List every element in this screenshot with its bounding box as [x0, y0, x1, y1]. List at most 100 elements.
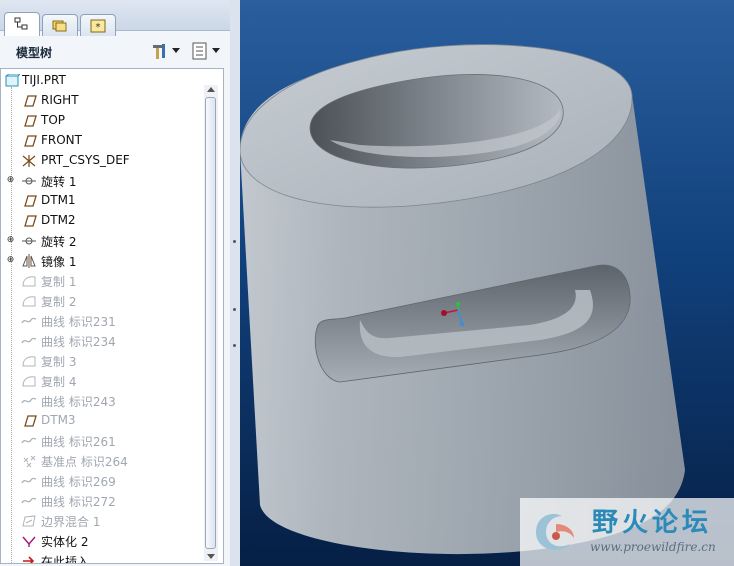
tree-item[interactable]: 复制 3 [1, 351, 201, 371]
expand-icon[interactable]: ⊕ [6, 176, 15, 185]
navigator-tabs: * [0, 0, 230, 36]
tab-folder-browser[interactable] [42, 14, 78, 36]
tree-item[interactable]: PRT_CSYS_DEF [1, 151, 201, 171]
tree-item[interactable]: ⊕ 镜像 1 [1, 251, 201, 271]
tree-item-label: 复制 4 [41, 375, 77, 389]
copy-surface-icon [22, 296, 36, 307]
datum-plane-icon [24, 95, 37, 107]
folder-browser-icon [52, 20, 67, 32]
tree-item-label: 在此插入 [41, 555, 90, 564]
revolve-icon [22, 237, 36, 245]
tree-item-label: 复制 1 [41, 275, 77, 289]
favorites-icon: * [90, 19, 106, 33]
insert-here-icon [23, 556, 35, 563]
panel-header: 模型树 [0, 36, 230, 66]
splitter-grip-icon [233, 240, 236, 243]
tree-item-label: DTM3 [41, 413, 76, 427]
tree-item-label: 镜像 1 [41, 255, 77, 269]
tree-item-label: 曲线 标识261 [41, 435, 116, 449]
show-settings-icon [192, 42, 207, 60]
tree-item-label: 曲线 标识243 [41, 395, 116, 409]
model-tree-panel: * 模型树 TIJI.PRT RIGHT TOP FRONT PRT_CSYS_DEF ⊕… [0, 0, 231, 566]
tree-item-label: 曲线 标识272 [41, 495, 116, 509]
curve-icon [21, 477, 37, 484]
tree-item-label: 旋转 1 [41, 175, 77, 189]
watermark-url: www.proewildfire.cn [590, 540, 716, 554]
tree-item[interactable]: 复制 2 [1, 291, 201, 311]
tree-item-label: 曲线 标识269 [41, 475, 116, 489]
copy-surface-icon [22, 356, 36, 367]
tree-item[interactable]: RIGHT [1, 91, 201, 111]
curve-icon [21, 397, 37, 404]
forum-watermark: 野火论坛 www.proewildfire.cn [520, 498, 734, 566]
tree-item[interactable]: ⊕ 旋转 1 [1, 171, 201, 191]
tree-item[interactable]: 边界混合 1 [1, 511, 201, 531]
tree-item[interactable]: 曲线 标识269 [1, 471, 201, 491]
copy-surface-icon [22, 276, 36, 287]
curve-icon [21, 337, 37, 344]
tree-root-item[interactable]: TIJI.PRT [1, 71, 201, 91]
tree-item[interactable]: 曲线 标识234 [1, 331, 201, 351]
revolve-icon [22, 177, 36, 185]
tree-item[interactable]: DTM2 [1, 211, 201, 231]
forum-logo-icon [536, 513, 574, 550]
tools-button[interactable] [150, 41, 182, 61]
graphics-viewport[interactable] [240, 0, 734, 566]
tree-item[interactable]: 曲线 标识261 [1, 431, 201, 451]
tree-item-label: 复制 2 [41, 295, 77, 309]
tree-scrollbar[interactable] [204, 85, 218, 561]
datum-plane-icon [24, 415, 37, 427]
scroll-down-icon[interactable] [207, 554, 215, 559]
watermark-title: 野火论坛 [592, 508, 713, 538]
curve-icon [21, 497, 37, 504]
tree-item[interactable]: 在此插入 [1, 551, 201, 564]
tab-favorites[interactable]: * [80, 14, 116, 36]
tree-item[interactable]: 曲线 标识272 [1, 491, 201, 511]
tree-item[interactable]: 实体化 2 [1, 531, 201, 551]
solidify-icon [22, 536, 36, 547]
splitter-grip-icon [233, 344, 236, 347]
tree-item[interactable]: 复制 4 [1, 371, 201, 391]
tree-item-label: RIGHT [41, 93, 79, 107]
expand-icon[interactable]: ⊕ [6, 236, 15, 245]
tools-icon [153, 44, 165, 59]
tree-item-label: DTM2 [41, 213, 76, 227]
splitter-grip-icon [233, 308, 236, 311]
panel-title: 模型树 [16, 46, 53, 60]
model-tree: TIJI.PRT RIGHT TOP FRONT PRT_CSYS_DEF ⊕ 旋转 1 DT… [0, 68, 224, 564]
scroll-up-icon[interactable] [207, 87, 215, 92]
panel-splitter[interactable] [230, 0, 240, 566]
chevron-down-icon [172, 48, 180, 53]
tree-item-label: DTM1 [41, 193, 76, 207]
tree-item-label: 实体化 2 [41, 535, 89, 549]
boundary-blend-icon [22, 515, 36, 527]
tree-item[interactable]: 曲线 标识231 [1, 311, 201, 331]
tree-item[interactable]: TOP [1, 111, 201, 131]
model-tree-icon [14, 17, 28, 30]
mirror-icon [22, 254, 36, 268]
tree-item[interactable]: DTM3 [1, 411, 201, 431]
tree-item[interactable]: 基准点 标识264 [1, 451, 201, 471]
tree-item-label: 复制 3 [41, 355, 77, 369]
tree-item[interactable]: DTM1 [1, 191, 201, 211]
tree-item-label: 曲线 标识234 [41, 335, 116, 349]
coordinate-system-icon [22, 155, 36, 167]
expand-icon[interactable]: ⊕ [6, 256, 15, 265]
tree-item-label: 旋转 2 [41, 235, 77, 249]
tree-item[interactable]: 曲线 标识243 [1, 391, 201, 411]
tree-item[interactable]: FRONT [1, 131, 201, 151]
tree-item[interactable]: ⊕ 旋转 2 [1, 231, 201, 251]
datum-plane-icon [24, 115, 37, 127]
tree-item-label: TOP [41, 113, 66, 127]
chevron-down-icon [212, 48, 220, 53]
scroll-thumb[interactable] [205, 97, 216, 549]
tree-item[interactable]: 复制 1 [1, 271, 201, 291]
show-settings-button[interactable] [190, 41, 222, 61]
tab-model-tree[interactable] [4, 12, 40, 36]
part-model[interactable] [240, 0, 734, 566]
tree-item-label: TIJI.PRT [22, 73, 66, 87]
datum-point-icon [23, 455, 36, 468]
part-icon [5, 74, 20, 87]
datum-plane-icon [24, 215, 37, 227]
tree-item-label: PRT_CSYS_DEF [41, 153, 130, 167]
